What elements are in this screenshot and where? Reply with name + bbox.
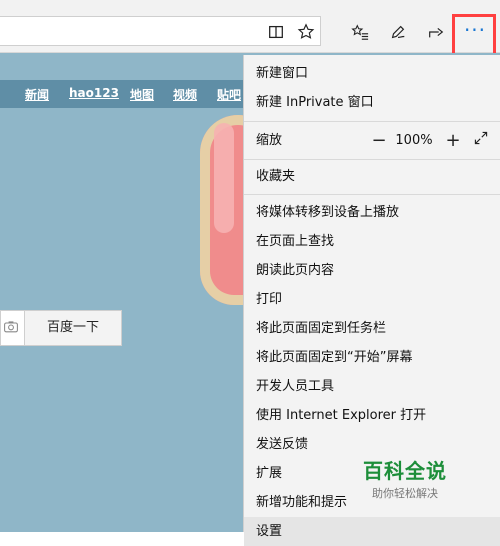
menu-separator	[244, 121, 500, 122]
watermark-logo: 百科全说 助你轻松解决	[350, 455, 460, 503]
menu-item-open-ie[interactable]: 使用 Internet Explorer 打开	[244, 401, 500, 430]
nav-link-map[interactable]: 地图	[130, 86, 154, 103]
menu-item-dev-tools[interactable]: 开发人员工具	[244, 372, 500, 401]
web-note-button[interactable]	[384, 18, 412, 46]
camera-icon[interactable]	[3, 319, 19, 335]
menu-separator	[244, 194, 500, 195]
browser-toolbar: ···	[0, 8, 500, 70]
favorite-star-icon	[297, 23, 315, 39]
nav-link-tieba[interactable]: 贴吧	[217, 86, 241, 103]
menu-item-label: 新建 InPrivate 窗口	[256, 95, 374, 110]
nav-link-news[interactable]: 新闻	[25, 86, 49, 103]
zoom-out-button[interactable]: −	[365, 126, 393, 155]
share-icon	[429, 27, 444, 38]
nav-link-video[interactable]: 视频	[173, 86, 197, 103]
zoom-controls: − 100% +	[361, 126, 496, 155]
reading-view-icon	[269, 25, 283, 39]
menu-item-new-window[interactable]: 新建窗口	[244, 59, 500, 88]
menu-item-label: 开发人员工具	[256, 379, 335, 394]
menu-item-label: 将此页面固定到“开始”屏幕	[256, 350, 413, 365]
menu-item-label: 打印	[256, 292, 283, 307]
menu-separator	[244, 159, 500, 160]
search-input[interactable]	[0, 310, 25, 346]
zoom-value: 100%	[395, 133, 433, 148]
menu-item-cast-media[interactable]: 将媒体转移到设备上播放	[244, 198, 500, 227]
expand-icon	[474, 131, 488, 145]
menu-item-print[interactable]: 打印	[244, 285, 500, 314]
menu-item-label: 收藏夹	[256, 169, 296, 184]
menu-item-new-inprivate[interactable]: 新建 InPrivate 窗口	[244, 88, 500, 117]
title-strip	[0, 0, 500, 8]
search-button[interactable]: 百度一下	[24, 310, 122, 346]
menu-item-label: 发送反馈	[256, 437, 309, 452]
zoom-in-button[interactable]: +	[439, 126, 467, 155]
menu-item-label: 扩展	[256, 466, 283, 481]
menu-item-label: 朗读此页内容	[256, 263, 335, 278]
favorite-button[interactable]	[292, 18, 320, 46]
favorites-list-icon	[351, 24, 369, 40]
watermark-sub-text: 助你轻松解决	[372, 487, 438, 500]
menu-item-label: 在页面上查找	[256, 234, 335, 249]
menu-item-label: 将此页面固定到任务栏	[256, 321, 387, 336]
nav-link-hao123[interactable]: hao123	[69, 86, 119, 100]
menu-item-label: 新增功能和提示	[256, 495, 348, 510]
menu-item-label: 新建窗口	[256, 66, 309, 81]
watermark-main-text: 百科全说	[363, 459, 447, 483]
menu-item-read-aloud[interactable]: 朗读此页内容	[244, 256, 500, 285]
fullscreen-button[interactable]	[467, 126, 495, 155]
zoom-label: 缩放	[256, 133, 283, 148]
search-area: 百度一下	[0, 310, 122, 346]
menu-item-label: 将媒体转移到设备上播放	[256, 205, 400, 220]
reading-view-button[interactable]	[262, 18, 290, 46]
decorative-heart-highlight	[214, 123, 234, 233]
menu-item-zoom: 缩放 − 100% +	[244, 126, 500, 155]
menu-item-find-on-page[interactable]: 在页面上查找	[244, 227, 500, 256]
pen-icon	[391, 25, 405, 39]
menu-item-favorites[interactable]: 收藏夹	[244, 162, 500, 191]
menu-item-label: 使用 Internet Explorer 打开	[256, 408, 427, 423]
menu-item-pin-taskbar[interactable]: 将此页面固定到任务栏	[244, 314, 500, 343]
favorites-hub-button[interactable]	[346, 18, 374, 46]
menu-item-pin-start[interactable]: 将此页面固定到“开始”屏幕	[244, 343, 500, 372]
share-button[interactable]	[422, 18, 450, 46]
